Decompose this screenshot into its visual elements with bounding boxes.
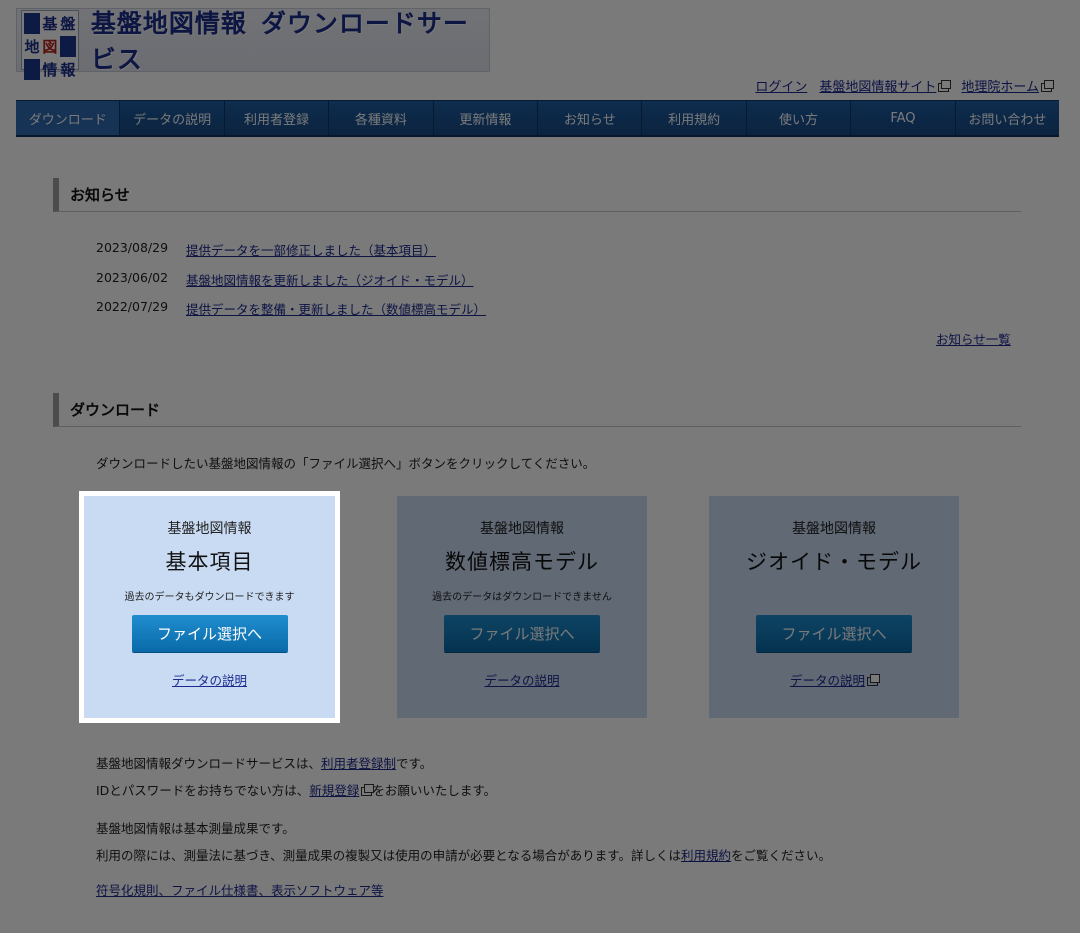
external-link-icon bbox=[867, 674, 880, 686]
logo-char: 情 bbox=[42, 61, 58, 79]
logo-char: 地 bbox=[24, 38, 40, 56]
nav-item-howto[interactable]: 使い方 bbox=[747, 101, 852, 135]
external-link-icon bbox=[938, 80, 952, 92]
nav-item-documents[interactable]: 各種資料 bbox=[329, 101, 434, 135]
nav-item-contact[interactable]: お問い合わせ bbox=[956, 101, 1059, 135]
new-registration-link[interactable]: 新規登録 bbox=[309, 783, 359, 798]
utility-links: ログイン 基盤地図情報サイト 地理院ホーム bbox=[755, 76, 1054, 95]
card-dem: 基盤地図情報 数値標高モデル 過去のデータはダウンロードできません ファイル選択… bbox=[397, 496, 647, 718]
logo-block bbox=[24, 13, 40, 34]
news-link[interactable]: 提供データを一部修正しました（基本項目） bbox=[186, 240, 436, 259]
site-title-main: 基盤地図情報 bbox=[90, 9, 247, 38]
info-text: です。 bbox=[396, 756, 433, 771]
logo-char: 図 bbox=[42, 38, 58, 56]
card-name: 基本項目 bbox=[165, 550, 254, 574]
logo-char: 盤 bbox=[60, 15, 76, 33]
file-select-button[interactable]: ファイル選択へ bbox=[444, 615, 600, 652]
news-date: 2023/08/29 bbox=[96, 240, 169, 255]
info-text: をご覧ください。 bbox=[731, 848, 832, 863]
info-text: IDとパスワードをお持ちでない方は、 bbox=[96, 783, 310, 798]
external-link-icon bbox=[1041, 80, 1054, 92]
nav-item-data-description[interactable]: データの説明 bbox=[120, 101, 225, 135]
nav-item-download[interactable]: ダウンロード bbox=[16, 101, 121, 135]
main-nav: ダウンロード データの説明 利用者登録 各種資料 更新情報 お知らせ 利用規約 … bbox=[16, 100, 1059, 137]
card-note: 過去のデータはダウンロードできません bbox=[432, 592, 612, 603]
terms-link[interactable]: 利用規約 bbox=[681, 848, 731, 863]
info-line-signup: IDとパスワードをお持ちでない方は、新規登録 をお願いいたします。 bbox=[96, 780, 496, 799]
gsi-home-link[interactable]: 地理院ホーム bbox=[961, 80, 1039, 95]
card-basic-items: 基盤地図情報 基本項目 過去のデータもダウンロードできます ファイル選択へ デー… bbox=[79, 491, 340, 723]
data-description-link[interactable]: データの説明 bbox=[484, 673, 559, 688]
nav-item-updates[interactable]: 更新情報 bbox=[434, 101, 539, 135]
data-description-link[interactable]: データの説明 bbox=[172, 673, 247, 688]
download-intro: ダウンロードしたい基盤地図情報の「ファイル選択へ」ボタンをクリックしてください。 bbox=[96, 456, 596, 471]
logo-block bbox=[59, 36, 76, 57]
user-registration-link[interactable]: 利用者登録制 bbox=[321, 756, 396, 771]
dim-overlay bbox=[0, 491, 79, 723]
site-logo-banner[interactable]: 基 盤 地 図 情 報 基盤地図情報 ダウンロードサービス bbox=[16, 8, 490, 80]
file-select-button[interactable]: ファイル選択へ bbox=[131, 615, 288, 652]
file-select-button[interactable]: ファイル選択へ bbox=[756, 615, 912, 652]
news-date: 2022/07/29 bbox=[96, 299, 169, 314]
info-line-terms: 利用の際には、測量法に基づき、測量成果の複製又は使用の申請が必要となる場合があり… bbox=[96, 845, 831, 864]
kiban-site-link[interactable]: 基盤地図情報サイト bbox=[819, 80, 936, 95]
news-link[interactable]: 提供データを整備・更新しました（数値標高モデル） bbox=[186, 299, 486, 318]
info-line-survey: 基盤地図情報は基本測量成果です。 bbox=[96, 821, 295, 836]
card-name: 数値標高モデル bbox=[445, 550, 599, 574]
info-line-registration: 基盤地図情報ダウンロードサービスは、利用者登録制です。 bbox=[96, 753, 432, 772]
news-heading: お知らせ bbox=[53, 178, 1021, 212]
nav-item-news[interactable]: お知らせ bbox=[538, 101, 643, 135]
external-link-icon bbox=[361, 784, 375, 796]
card-geoid: 基盤地図情報 ジオイド・モデル ファイル選択へ データの説明 bbox=[709, 496, 959, 718]
news-date: 2023/06/02 bbox=[96, 269, 169, 285]
card-name: ジオイド・モデル bbox=[746, 550, 922, 574]
info-line-specs: 符号化規則、ファイル仕様書、表示ソフトウェア等 bbox=[96, 880, 384, 899]
logo-char: 報 bbox=[60, 61, 76, 79]
card-kind: 基盤地図情報 bbox=[480, 521, 564, 537]
news-link[interactable]: 基盤地図情報を更新しました（ジオイド・モデル） bbox=[186, 270, 474, 289]
news-item: 2023/06/02 基盤地図情報を更新しました（ジオイド・モデル） bbox=[96, 270, 486, 300]
news-list-link[interactable]: お知らせ一覧 bbox=[936, 329, 1011, 348]
info-text: 基盤地図情報ダウンロードサービスは、 bbox=[96, 756, 322, 771]
news-list: 2023/08/29 提供データを一部修正しました（基本項目） 2023/06/… bbox=[96, 240, 486, 329]
login-link[interactable]: ログイン bbox=[755, 76, 807, 95]
logo-mark: 基 盤 地 図 情 報 bbox=[21, 10, 79, 80]
card-kind: 基盤地図情報 bbox=[167, 521, 252, 537]
nav-item-faq[interactable]: FAQ bbox=[851, 101, 956, 135]
specs-link[interactable]: 符号化規則、ファイル仕様書、表示ソフトウェア等 bbox=[96, 883, 384, 898]
news-item: 2022/07/29 提供データを整備・更新しました（数値標高モデル） bbox=[96, 299, 486, 329]
info-text: をお願いいたします。 bbox=[372, 783, 497, 798]
info-text: 利用の際には、測量法に基づき、測量成果の複製又は使用の申請が必要となる場合があり… bbox=[96, 848, 682, 863]
page: 基 盤 地 図 情 報 基盤地図情報 ダウンロードサービス ログイン 基盤地図情報… bbox=[0, 0, 1080, 933]
nav-item-terms[interactable]: 利用規約 bbox=[642, 101, 747, 135]
logo-char: 基 bbox=[42, 15, 58, 33]
data-description-link[interactable]: データの説明 bbox=[790, 673, 865, 688]
download-heading: ダウンロード bbox=[53, 393, 1021, 427]
card-note: 過去のデータもダウンロードできます bbox=[124, 592, 295, 603]
card-kind: 基盤地図情報 bbox=[792, 521, 876, 537]
logo-block bbox=[24, 59, 40, 80]
news-item: 2023/08/29 提供データを一部修正しました（基本項目） bbox=[96, 240, 486, 270]
nav-item-user-registration[interactable]: 利用者登録 bbox=[225, 101, 330, 135]
site-title: 基盤地図情報 ダウンロードサービス bbox=[91, 4, 489, 76]
card-note bbox=[709, 588, 959, 601]
